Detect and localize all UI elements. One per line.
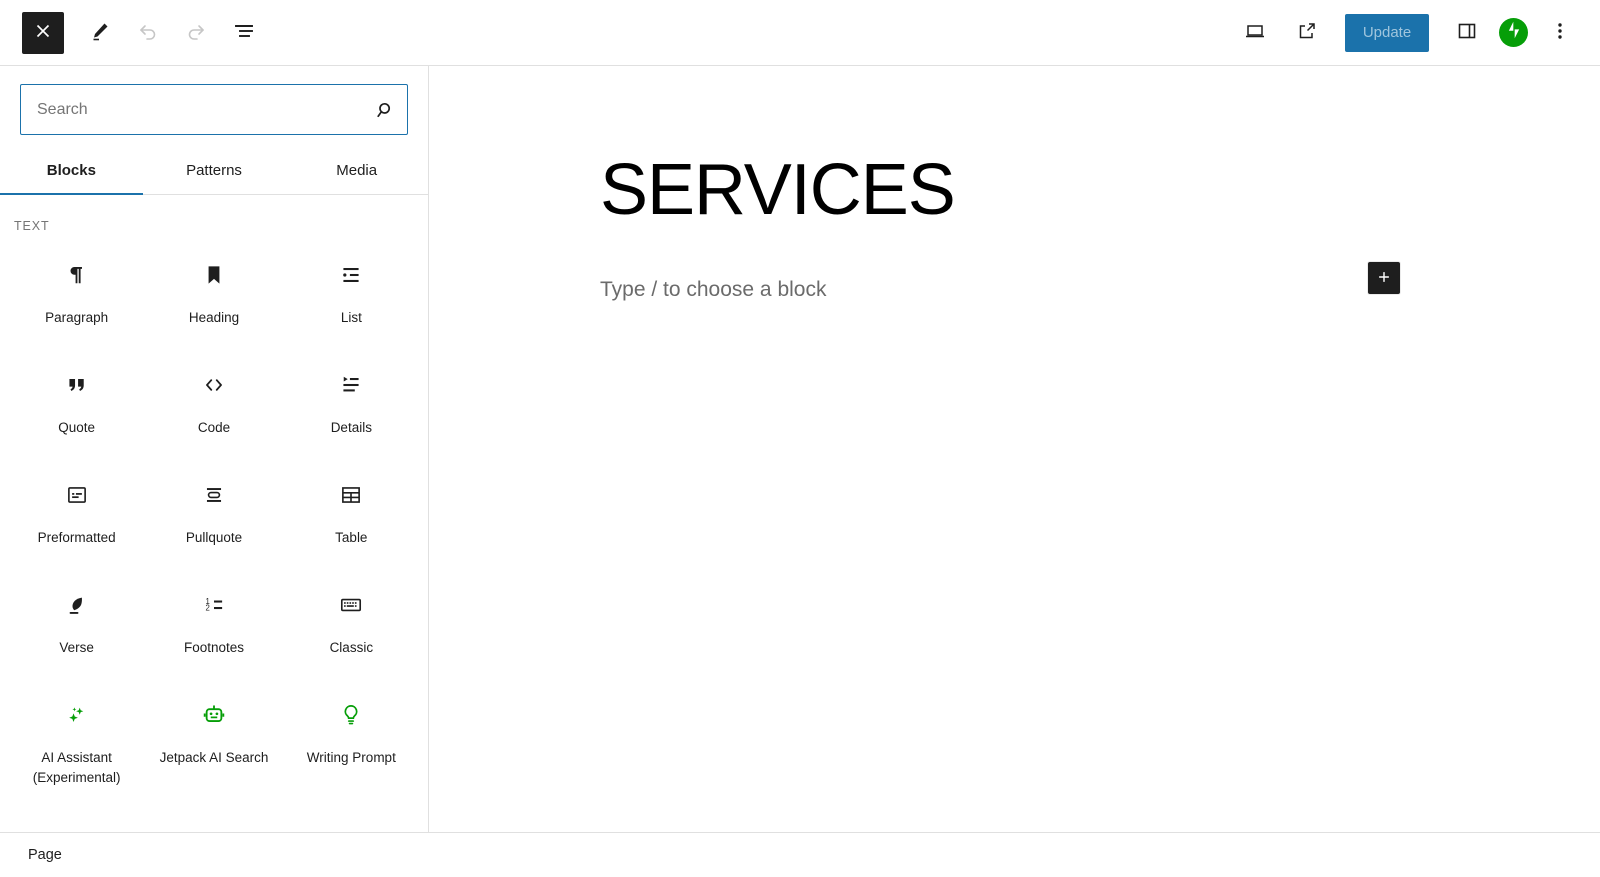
block-item-details[interactable]: Details: [283, 347, 420, 457]
svg-text:2: 2: [206, 604, 210, 613]
undo-button[interactable]: [128, 13, 168, 53]
tab-media[interactable]: Media: [285, 152, 428, 194]
code-icon: [201, 371, 227, 399]
tab-patterns[interactable]: Patterns: [143, 152, 286, 194]
block-label: List: [340, 310, 362, 325]
preformatted-icon: [64, 481, 90, 509]
inserter-tabs: Blocks Patterns Media: [0, 152, 428, 195]
quote-icon: [64, 371, 90, 399]
block-label: Paragraph: [45, 310, 109, 325]
paragraph-icon: [64, 261, 90, 289]
block-item-heading[interactable]: Heading: [145, 237, 282, 347]
section-heading-text: TEXT: [14, 219, 50, 233]
block-item-list[interactable]: List: [283, 237, 420, 347]
search-container: [0, 66, 428, 135]
close-icon: [32, 20, 54, 45]
block-label: Table: [335, 530, 368, 545]
block-label: Preformatted: [37, 530, 116, 545]
classic-keyboard-icon: [338, 591, 364, 619]
block-label: Footnotes: [183, 640, 245, 655]
edit-tool-button[interactable]: [80, 13, 120, 53]
search-box[interactable]: [20, 84, 408, 135]
block-label: Heading: [188, 310, 240, 325]
block-label: AI Assistant (Experimental): [32, 750, 121, 785]
empty-block-placeholder[interactable]: Type / to choose a block: [430, 226, 1600, 302]
search-input[interactable]: [21, 85, 361, 134]
plus-icon: [1375, 268, 1393, 289]
block-label: Verse: [59, 640, 94, 655]
search-icon: [361, 85, 407, 134]
pencil-icon: [88, 19, 112, 46]
settings-sidebar-button[interactable]: [1447, 13, 1487, 53]
details-icon: [338, 371, 364, 399]
more-options-button[interactable]: [1540, 13, 1580, 53]
block-item-table[interactable]: Table: [283, 457, 420, 567]
table-icon: [338, 481, 364, 509]
lightbulb-icon: [338, 701, 364, 729]
undo-icon: [136, 19, 160, 46]
jetpack-icon: [1503, 19, 1525, 46]
footnotes-icon: 1 2: [201, 591, 227, 619]
preview-external-button[interactable]: [1287, 13, 1327, 53]
block-item-paragraph[interactable]: Paragraph: [8, 237, 145, 347]
tab-blocks[interactable]: Blocks: [0, 152, 143, 195]
redo-icon: [184, 19, 208, 46]
pullquote-icon: [201, 481, 227, 509]
block-type-grid: Paragraph Heading List Quote Code Detail…: [0, 233, 428, 795]
kebab-menu-icon: [1548, 19, 1572, 46]
block-item-writing-prompt[interactable]: Writing Prompt: [283, 677, 420, 795]
document-type-label[interactable]: Page: [28, 847, 62, 863]
add-block-button[interactable]: [1368, 262, 1400, 294]
block-item-verse[interactable]: Verse: [8, 567, 145, 677]
sidebar-panel-icon: [1455, 19, 1479, 46]
block-item-quote[interactable]: Quote: [8, 347, 145, 457]
block-label: Pullquote: [185, 530, 243, 545]
top-bar-right-tools: Update: [1235, 13, 1586, 53]
block-inserter-panel: Blocks Patterns Media TEXT Paragraph Hea…: [0, 66, 429, 832]
block-label: Classic: [329, 640, 374, 655]
editor-top-bar: Update: [0, 0, 1600, 66]
desktop-icon: [1243, 19, 1267, 46]
editor-status-bar: Page: [0, 832, 1600, 877]
view-device-button[interactable]: [1235, 13, 1275, 53]
heading-bookmark-icon: [201, 261, 227, 289]
sparkles-icon: [64, 701, 90, 729]
page-title[interactable]: SERVICES: [430, 66, 1600, 226]
block-label: Details: [330, 420, 372, 435]
block-label: Writing Prompt: [306, 750, 396, 765]
verse-feather-icon: [64, 591, 90, 619]
block-item-code[interactable]: Code: [145, 347, 282, 457]
block-item-jetpack-ai-search[interactable]: Jetpack AI Search: [145, 677, 282, 795]
update-button[interactable]: Update: [1345, 13, 1429, 52]
document-overview-button[interactable]: [224, 13, 264, 53]
top-bar-left-tools: [22, 11, 264, 54]
block-item-ai-assistant[interactable]: AI Assistant (Experimental): [8, 677, 145, 795]
block-label: Jetpack AI Search: [159, 750, 269, 765]
block-item-preformatted[interactable]: Preformatted: [8, 457, 145, 567]
jetpack-button[interactable]: [1499, 18, 1528, 47]
block-item-classic[interactable]: Classic: [283, 567, 420, 677]
editor-canvas[interactable]: SERVICES Type / to choose a block: [430, 66, 1600, 832]
external-link-icon: [1295, 19, 1319, 46]
block-label: Quote: [58, 420, 96, 435]
redo-button[interactable]: [176, 13, 216, 53]
list-view-icon: [232, 19, 256, 46]
list-icon: [338, 261, 364, 289]
robot-icon: [201, 701, 227, 729]
block-label: Code: [197, 420, 231, 435]
block-item-footnotes[interactable]: 1 2 Footnotes: [145, 567, 282, 677]
block-item-pullquote[interactable]: Pullquote: [145, 457, 282, 567]
close-button[interactable]: [22, 11, 64, 54]
